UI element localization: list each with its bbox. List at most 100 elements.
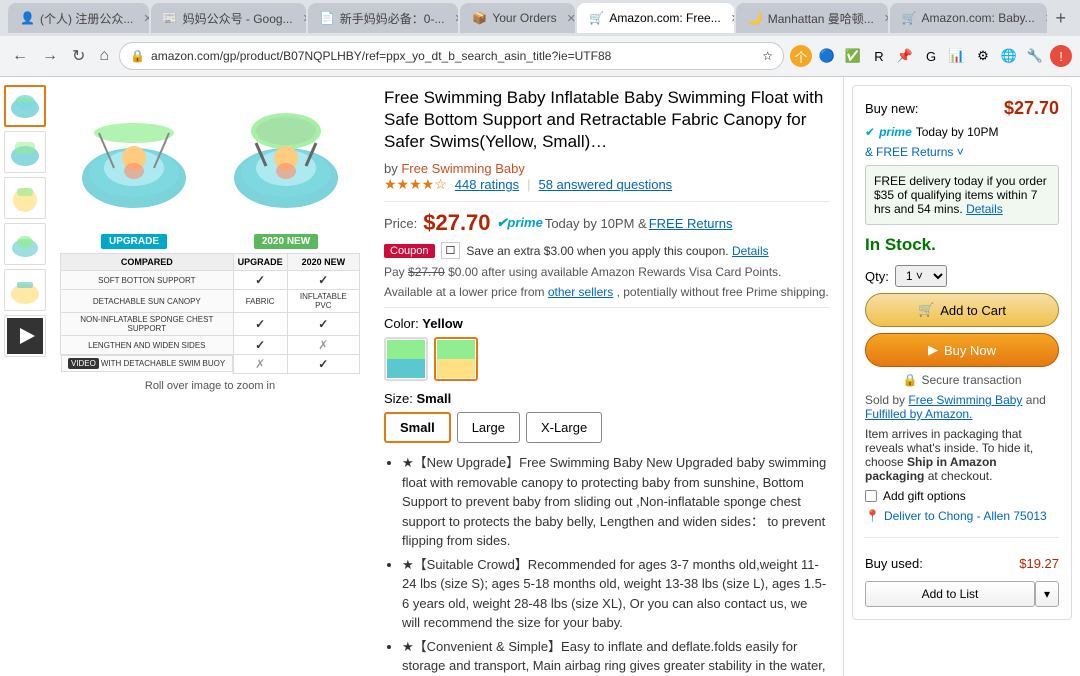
- packaging-note: Item arrives in packaging that reveals w…: [865, 427, 1059, 483]
- add-to-list-button[interactable]: Add to List: [865, 581, 1035, 607]
- add-list-dropdown-button[interactable]: ▾: [1035, 581, 1059, 607]
- thumbnail-3[interactable]: [4, 177, 46, 219]
- brand-link[interactable]: Free Swimming Baby: [401, 161, 525, 176]
- buy-new-row: Buy new: $27.70: [865, 98, 1059, 119]
- buy-used-label: Buy used:: [865, 556, 923, 571]
- row-upgrade-5: ✗: [233, 355, 287, 374]
- tab-4-close[interactable]: ✕: [567, 12, 576, 25]
- thumbnail-list: [0, 77, 50, 676]
- answered-questions-link[interactable]: 58 answered questions: [538, 177, 672, 192]
- add-list-label: Add to List: [922, 587, 979, 601]
- delivery-details-link[interactable]: Details: [966, 202, 1003, 216]
- size-large-button[interactable]: Large: [457, 412, 520, 443]
- free-returns-link[interactable]: FREE Returns: [649, 216, 733, 231]
- color-label-text: Color:: [384, 316, 422, 331]
- tab-6[interactable]: 🌙 Manhattan 曼哈顿... ✕: [736, 3, 888, 33]
- forward-button[interactable]: →: [38, 43, 62, 69]
- lower-price-text: Available at a lower price from: [384, 285, 545, 299]
- size-small-button[interactable]: Small: [384, 412, 451, 443]
- bookmark-icon[interactable]: ☆: [762, 49, 773, 63]
- thumbnail-video[interactable]: [4, 315, 46, 357]
- product-bullets: ★【New Upgrade】Free Swimming Baby New Upg…: [384, 453, 829, 676]
- tab-2-close[interactable]: ✕: [303, 12, 306, 25]
- tab-4-favicon: 📦: [472, 11, 486, 25]
- new-image: [214, 85, 359, 230]
- secure-text: Secure transaction: [921, 373, 1021, 387]
- free-returns-buy-link[interactable]: FREE Returns ˅: [876, 145, 964, 159]
- thumbnail-2[interactable]: [4, 131, 46, 173]
- buy-now-button[interactable]: ▶ Buy Now: [865, 333, 1059, 367]
- other-sellers-link[interactable]: other sellers: [548, 285, 613, 299]
- tab-1-close[interactable]: ✕: [143, 12, 148, 25]
- qty-label: Qty:: [865, 269, 889, 284]
- buy-now-icon: ▶: [928, 342, 938, 358]
- thumbnail-4[interactable]: [4, 223, 46, 265]
- divider-buy: [865, 537, 1059, 538]
- lower-price-row: Available at a lower price from other se…: [384, 285, 829, 299]
- extension-icon-5[interactable]: G: [920, 45, 942, 67]
- qty-select[interactable]: 1 ˅ 2 3: [895, 265, 947, 287]
- table-row: DETACHABLE SUN CANOPY FABRIC INFLATABLE …: [61, 290, 360, 313]
- in-stock-label: In Stock.: [865, 235, 1059, 255]
- qty-row: Qty: 1 ˅ 2 3: [865, 265, 1059, 287]
- tab-6-label: Manhattan 曼哈顿...: [768, 10, 874, 27]
- extension-icon-9[interactable]: 🔧: [1024, 45, 1046, 67]
- tab-6-favicon: 🌙: [748, 11, 762, 25]
- row-label-5: WITH DETACHABLE SWIM BUOY: [101, 359, 225, 368]
- extension-icon-4[interactable]: 📌: [894, 45, 916, 67]
- table-row: VIDEO WITH DETACHABLE SWIM BUOY ✗ ✓: [61, 355, 360, 374]
- address-bar[interactable]: 🔒 amazon.com/gp/product/B07NQPLHBY/ref=p…: [119, 42, 784, 70]
- star-rating: ★★★★☆: [384, 176, 447, 193]
- tab-1[interactable]: 👤 (个人) 注册公众... ✕: [8, 3, 149, 33]
- separator: |: [527, 177, 530, 192]
- price-row: Price: $27.70 ✔prime Today by 10PM & FRE…: [384, 210, 829, 236]
- profile-icon[interactable]: 个: [790, 45, 812, 67]
- brand-row: by Free Swimming Baby: [384, 161, 829, 176]
- tab-7[interactable]: 🛒 Amazon.com: Baby... ✕: [890, 3, 1048, 33]
- fulfilled-by-link[interactable]: Fulfilled by Amazon.: [865, 407, 972, 421]
- deliver-link[interactable]: Deliver to Chong - Allen 75013: [884, 509, 1047, 523]
- buy-used-price: $19.27: [1019, 556, 1059, 571]
- reload-button[interactable]: ↻: [68, 42, 89, 70]
- tab-6-close[interactable]: ✕: [884, 12, 888, 25]
- bullet-1: ★【New Upgrade】Free Swimming Baby New Upg…: [402, 453, 829, 551]
- new-tab-button[interactable]: +: [1049, 8, 1072, 29]
- ratings-count[interactable]: 448 ratings: [455, 177, 519, 192]
- checkmark-icon: ✓: [318, 273, 328, 287]
- thumbnail-1[interactable]: [4, 85, 46, 127]
- extension-icon-6[interactable]: 📊: [946, 45, 968, 67]
- tab-7-close[interactable]: ✕: [1045, 12, 1048, 25]
- tab-5[interactable]: 🛒 Amazon.com: Free... ✕: [577, 3, 733, 33]
- coupon-checkbox[interactable]: ☐: [441, 242, 461, 259]
- color-swatch-teal[interactable]: [384, 337, 428, 381]
- tab-7-label: Amazon.com: Baby...: [922, 11, 1035, 25]
- extension-icon-7[interactable]: ⚙: [972, 45, 994, 67]
- thumbnail-5[interactable]: [4, 269, 46, 311]
- tab-4[interactable]: 📦 Your Orders ✕: [460, 3, 575, 33]
- back-button[interactable]: ←: [8, 43, 32, 69]
- extension-icon-8[interactable]: 🌐: [998, 45, 1020, 67]
- extension-icon-10[interactable]: !: [1050, 45, 1072, 67]
- row-upgrade-1: ✓: [233, 271, 287, 290]
- tab-3-close[interactable]: ✕: [454, 12, 458, 25]
- tab-3[interactable]: 📄 新手妈妈必备：0-... ✕: [308, 3, 459, 33]
- home-button[interactable]: ⌂: [95, 43, 113, 69]
- secure-row: 🔒 Secure transaction: [865, 373, 1059, 387]
- buy-used-row: Buy used: $19.27: [865, 556, 1059, 571]
- add-to-cart-button[interactable]: 🛒 Add to Cart: [865, 293, 1059, 327]
- tab-5-close[interactable]: ✕: [731, 12, 734, 25]
- color-swatch-yellow[interactable]: [434, 337, 478, 381]
- tab-2[interactable]: 📰 妈妈公众号 - Goog... ✕: [151, 3, 306, 33]
- extension-icon-1[interactable]: 🔵: [816, 45, 838, 67]
- coupon-details-link[interactable]: Details: [732, 244, 769, 258]
- extension-icon-3[interactable]: R: [868, 45, 890, 67]
- gift-checkbox[interactable]: [865, 490, 877, 502]
- address-bar-row: ← → ↻ ⌂ 🔒 amazon.com/gp/product/B07NQPLH…: [0, 36, 1080, 76]
- packaging-suffix: at checkout.: [928, 469, 993, 483]
- brand-prefix: by: [384, 161, 401, 176]
- row-upgrade-2: FABRIC: [233, 290, 287, 313]
- seller-link[interactable]: Free Swimming Baby: [908, 393, 1022, 407]
- size-xlarge-button[interactable]: X-Large: [526, 412, 602, 443]
- pay-row: Pay $27.70 $0.00 after using available A…: [384, 265, 829, 279]
- extension-icon-2[interactable]: ✅: [842, 45, 864, 67]
